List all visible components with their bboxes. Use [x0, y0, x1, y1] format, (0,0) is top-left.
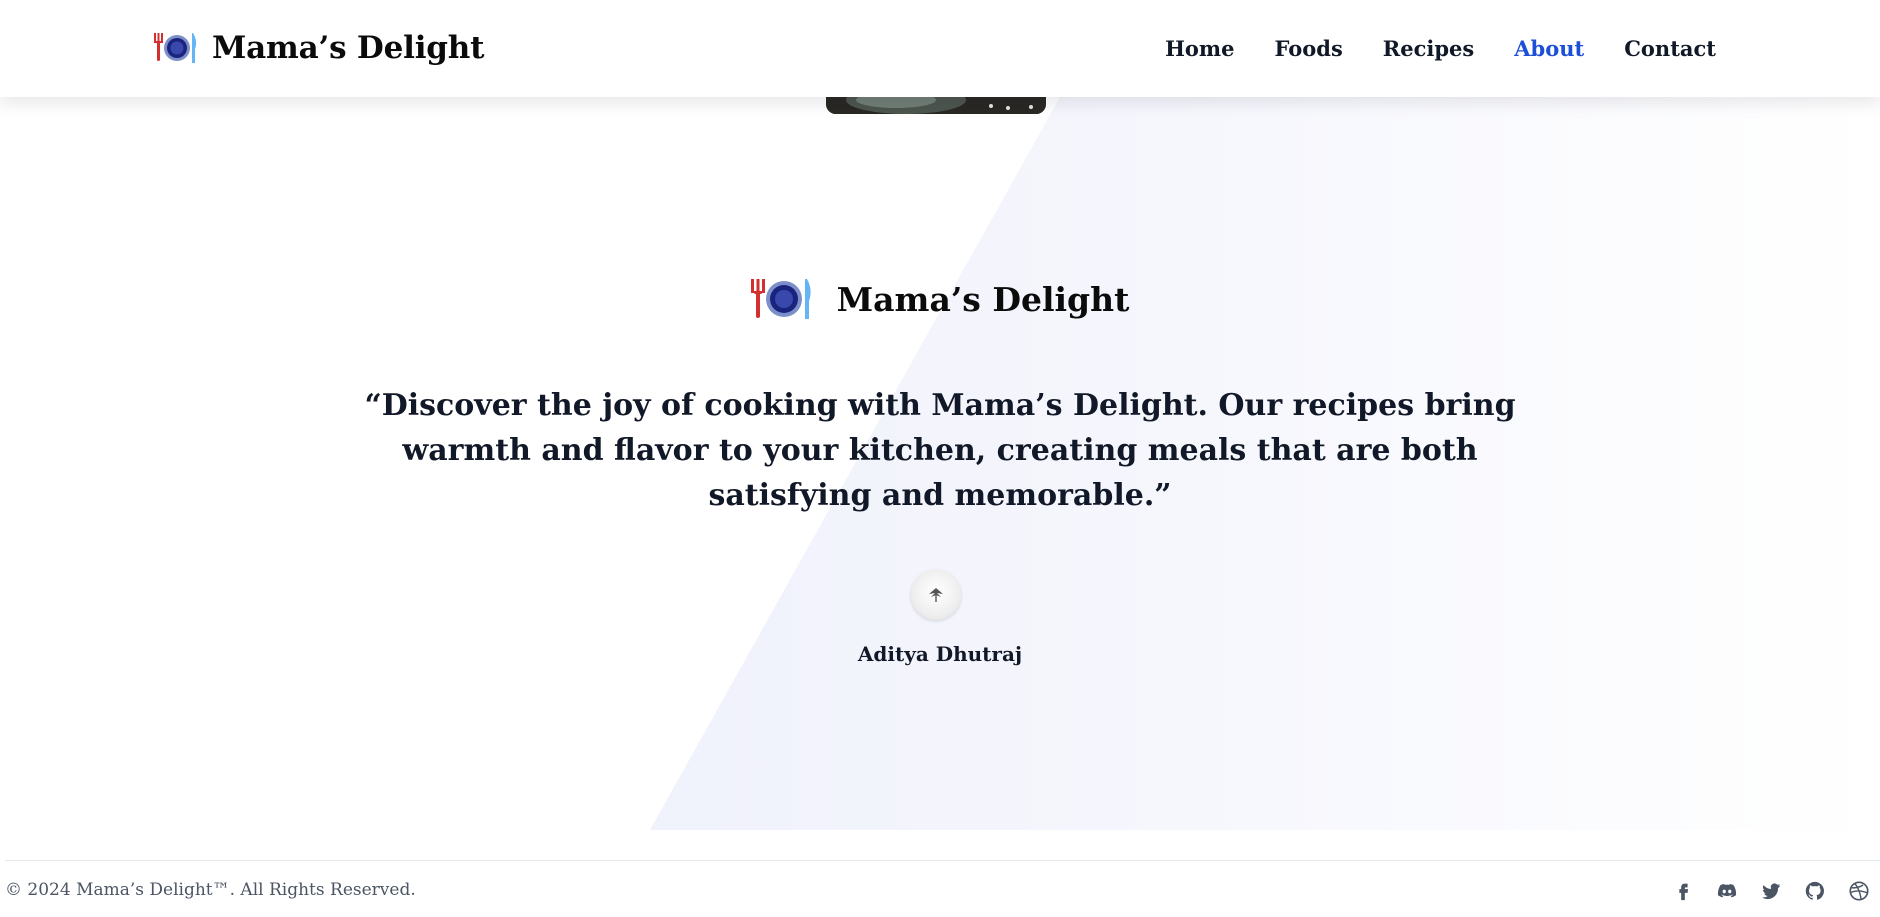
nav-recipes[interactable]: Recipes [1383, 36, 1474, 61]
brand-name: Mama’s Delight [212, 30, 485, 66]
nav-contact[interactable]: Contact [1624, 36, 1716, 61]
copyright-text: © 2024 Mama’s Delight™. All Rights Reser… [5, 880, 416, 900]
facebook-icon[interactable] [1672, 880, 1694, 902]
nav-home[interactable]: Home [1165, 36, 1234, 61]
hero-brand: Mama’s Delight [0, 277, 1880, 321]
quote-line: satisfying and memorable.” [708, 478, 1172, 513]
testimonial-quote: “Discover the joy of cooking with Mama’s… [0, 383, 1880, 518]
plate-fork-knife-icon [154, 31, 198, 65]
site-header: Mama’s Delight Home Foods Recipes About … [0, 0, 1880, 97]
brand-logo[interactable]: Mama’s Delight [154, 30, 484, 66]
author-name: Aditya Dhutraj [857, 642, 1023, 666]
hero-brand-name: Mama’s Delight [836, 279, 1130, 319]
quote-line: “Discover the joy of cooking with Mama’s… [364, 388, 1516, 423]
testimonial-section: Mama’s Delight “Discover the joy of cook… [0, 97, 1880, 830]
github-icon[interactable] [1804, 880, 1826, 902]
discord-icon[interactable] [1716, 880, 1738, 902]
quote-line: warmth and flavor to your kitchen, creat… [402, 433, 1478, 468]
footer-divider [5, 860, 1880, 861]
dribbble-icon[interactable] [1848, 880, 1870, 902]
main-nav: Home Foods Recipes About Contact [1165, 36, 1716, 61]
nav-about[interactable]: About [1514, 36, 1584, 61]
author-avatar [911, 570, 961, 620]
plate-fork-knife-icon [750, 277, 813, 321]
nav-foods[interactable]: Foods [1275, 36, 1343, 61]
social-links [1672, 880, 1870, 902]
twitter-icon[interactable] [1760, 880, 1782, 902]
avatar-tree-icon [929, 588, 943, 602]
